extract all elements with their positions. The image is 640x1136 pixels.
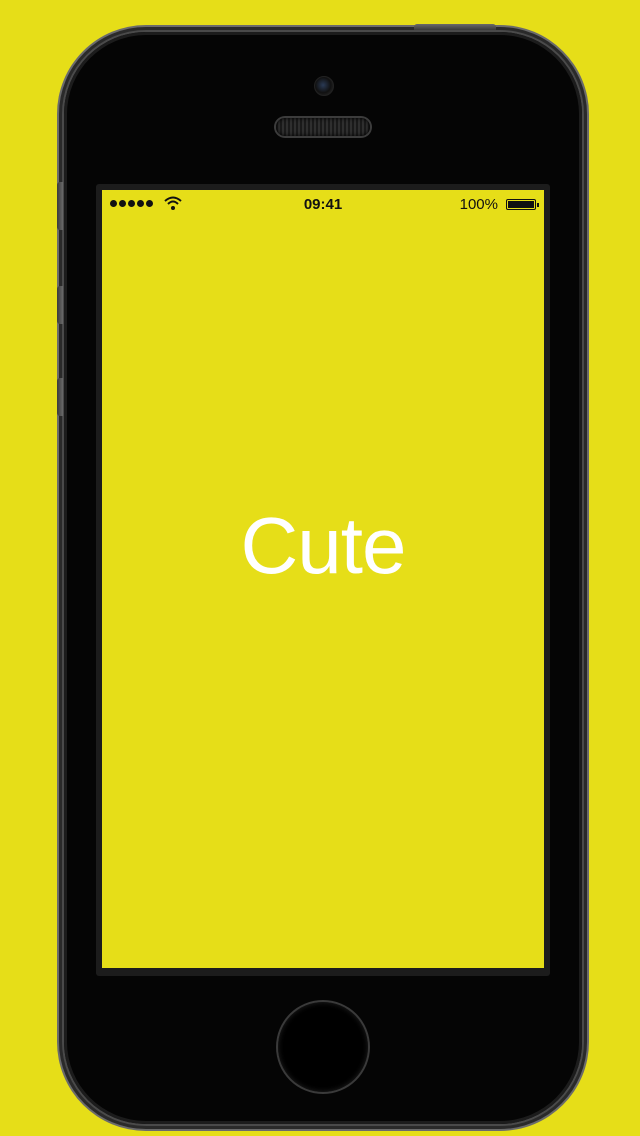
battery-percent: 100% xyxy=(459,196,498,213)
earpiece-speaker xyxy=(276,118,370,136)
app-screen[interactable]: 09:41 100% Cute xyxy=(102,190,544,968)
front-camera xyxy=(314,76,334,96)
screen-bezel: 09:41 100% Cute xyxy=(96,184,550,976)
status-bar: 09:41 100% xyxy=(102,190,544,218)
phone-frame: 09:41 100% Cute xyxy=(57,24,582,1124)
main-word-label: Cute xyxy=(240,501,407,590)
mute-switch[interactable] xyxy=(57,182,63,230)
volume-up-button[interactable] xyxy=(57,286,63,324)
volume-down-button[interactable] xyxy=(57,378,63,416)
home-button[interactable] xyxy=(278,1002,368,1092)
power-button[interactable] xyxy=(414,24,496,30)
battery-icon xyxy=(506,199,539,210)
page-background: 09:41 100% Cute xyxy=(0,0,640,1136)
